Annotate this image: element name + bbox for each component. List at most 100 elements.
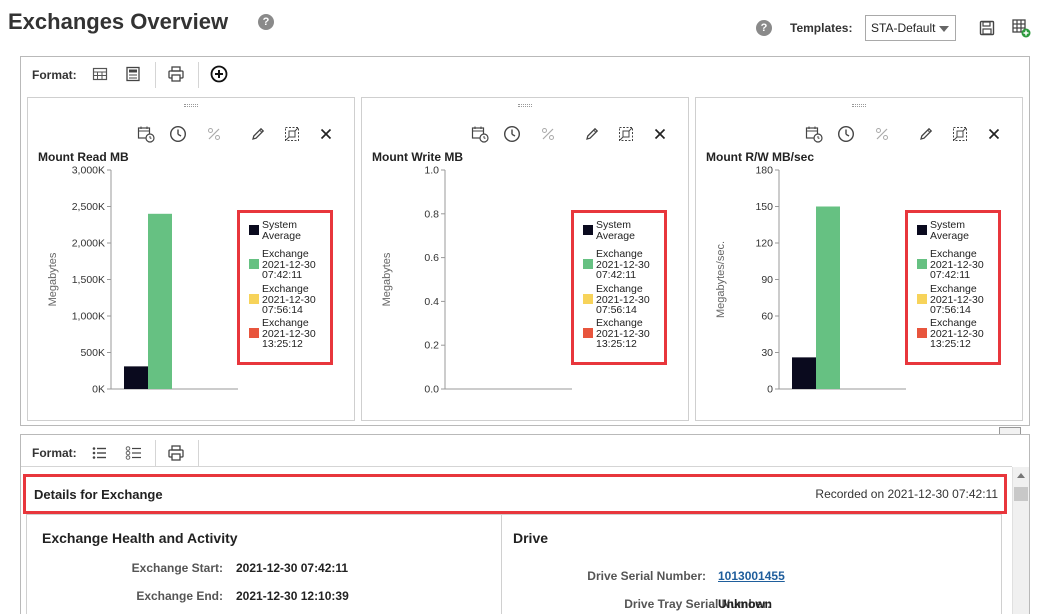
y-tick-label: 2,500K (72, 201, 105, 213)
list-icon[interactable] (89, 443, 109, 463)
templates-select[interactable]: STA-Default (865, 15, 956, 41)
close-icon[interactable] (316, 124, 336, 144)
percent-icon[interactable] (204, 124, 224, 144)
scrollbar-thumb[interactable] (1014, 487, 1028, 501)
chart-panel: Mount Write MB 0.0 0.2 0.4 0.6 0.8 1.0 Megabyte… (361, 97, 689, 421)
grid-icon[interactable] (90, 64, 110, 84)
drive-tray-serial-value: Unknown (718, 597, 772, 611)
format-label: Format: (32, 446, 77, 460)
calendar-clock-icon[interactable] (136, 124, 156, 144)
print-icon[interactable] (166, 443, 186, 463)
clock-icon[interactable] (168, 124, 188, 144)
legend-label: Exchange 2021-12-30 07:56:14 (262, 283, 316, 316)
recorded-timestamp: Recorded on 2021-12-30 07:42:11 (815, 487, 998, 501)
chart-panel: Mount Read MB 0K 500K 1,000K 1,500K 2,000K 2,5… (27, 97, 355, 421)
checklist-icon[interactable] (124, 443, 144, 463)
y-tick-label: 1.0 (424, 165, 439, 177)
page-title: Exchanges Overview (8, 9, 229, 34)
y-tick-label: 0.0 (424, 384, 439, 396)
bar (124, 366, 148, 389)
vertical-scrollbar[interactable] (1012, 467, 1029, 614)
clock-icon[interactable] (836, 124, 856, 144)
chart-plot: 0.0 0.2 0.4 0.6 0.8 1.0 Megabytes (381, 165, 572, 396)
legend-swatch (249, 328, 259, 338)
templates-label: Templates: (790, 21, 853, 35)
bar (792, 357, 816, 389)
edit-pencil-icon[interactable] (582, 124, 602, 144)
drive-serial-link[interactable]: 1013001455 (718, 569, 785, 583)
exchange-end-label: Exchange End: (136, 589, 223, 603)
y-tick-label: 0.4 (424, 296, 439, 308)
y-tick-label: 150 (755, 201, 773, 213)
y-tick-label: 0K (92, 384, 105, 396)
toolbar-divider (155, 62, 156, 88)
legend-swatch (249, 294, 259, 304)
legend-swatch (917, 328, 927, 338)
calendar-clock-icon[interactable] (804, 124, 824, 144)
legend-label: Exchange 2021-12-30 13:25:12 (930, 317, 984, 350)
legend-swatch (917, 294, 927, 304)
legend-swatch (917, 259, 927, 269)
y-tick-label: 0.8 (424, 208, 439, 220)
details-header: Details for Exchange Recorded on 2021-12… (23, 474, 1007, 514)
legend-label: System Average (596, 219, 635, 242)
floppy-disk-icon[interactable] (978, 19, 996, 37)
y-tick-label: 30 (761, 347, 773, 359)
calculator-icon[interactable] (123, 64, 143, 84)
bar (816, 206, 840, 389)
drag-grip-handle[interactable] (852, 104, 866, 107)
legend-swatch (583, 328, 593, 338)
y-axis-label: Megabytes (47, 252, 59, 306)
drive-section-title: Drive (513, 530, 549, 546)
toolbar-bottom-border (21, 466, 1012, 467)
print-icon[interactable] (166, 64, 186, 84)
legend-label: Exchange 2021-12-30 07:56:14 (596, 283, 650, 316)
y-tick-label: 0.6 (424, 252, 439, 264)
chart-plot: 0 30 60 90 120 150 180 Megabytes/sec. (715, 165, 906, 396)
chart-legend: System Average Exchange 2021-12-30 07:42:… (237, 210, 333, 365)
toolbar-divider (198, 62, 199, 88)
column-divider (501, 514, 502, 614)
legend-swatch (249, 259, 259, 269)
chart-legend: System Average Exchange 2021-12-30 07:42:… (905, 210, 1001, 365)
y-tick-label: 1,500K (72, 274, 105, 286)
legend-label: Exchange 2021-12-30 07:42:11 (262, 248, 316, 281)
y-tick-label: 180 (755, 165, 773, 177)
toolbar-divider (198, 440, 199, 466)
percent-icon[interactable] (538, 124, 558, 144)
clock-icon[interactable] (502, 124, 522, 144)
drive-serial-label: Drive Serial Number: (587, 569, 706, 583)
table-add-icon[interactable] (1011, 18, 1031, 38)
close-icon[interactable] (984, 124, 1004, 144)
close-icon[interactable] (650, 124, 670, 144)
legend-label: Exchange 2021-12-30 07:42:11 (930, 248, 984, 281)
calendar-clock-icon[interactable] (470, 124, 490, 144)
toolbar-divider (155, 440, 156, 466)
drag-grip-handle[interactable] (184, 104, 198, 107)
templates-selected-value: STA-Default (871, 21, 936, 35)
legend-swatch (917, 225, 927, 235)
y-tick-label: 2,000K (72, 238, 105, 250)
legend-label: Exchange 2021-12-30 07:42:11 (596, 248, 650, 281)
resize-icon[interactable] (950, 124, 970, 144)
percent-icon[interactable] (872, 124, 892, 144)
legend-label: Exchange 2021-12-30 07:56:14 (930, 283, 984, 316)
exchange-end-value: 2021-12-30 12:10:39 (236, 589, 349, 603)
question-circle-icon[interactable]: ? (258, 14, 274, 30)
chevron-down-icon (939, 26, 949, 32)
legend-swatch (583, 225, 593, 235)
add-circle-icon[interactable] (209, 64, 229, 84)
y-tick-label: 60 (761, 311, 773, 323)
y-tick-label: 0.2 (424, 340, 439, 352)
templates-help-icon[interactable]: ? (756, 20, 772, 36)
chart-panel: Mount R/W MB/sec 0 30 60 90 120 150 180 Megabyte… (695, 97, 1023, 421)
resize-icon[interactable] (616, 124, 636, 144)
exchange-start-label: Exchange Start: (131, 561, 223, 575)
edit-pencil-icon[interactable] (916, 124, 936, 144)
drag-grip-handle[interactable] (518, 104, 532, 107)
exchange-start-value: 2021-12-30 07:42:11 (236, 561, 349, 575)
scroll-up-icon[interactable] (1017, 473, 1025, 478)
resize-icon[interactable] (282, 124, 302, 144)
edit-pencil-icon[interactable] (248, 124, 268, 144)
legend-label: System Average (930, 219, 969, 242)
